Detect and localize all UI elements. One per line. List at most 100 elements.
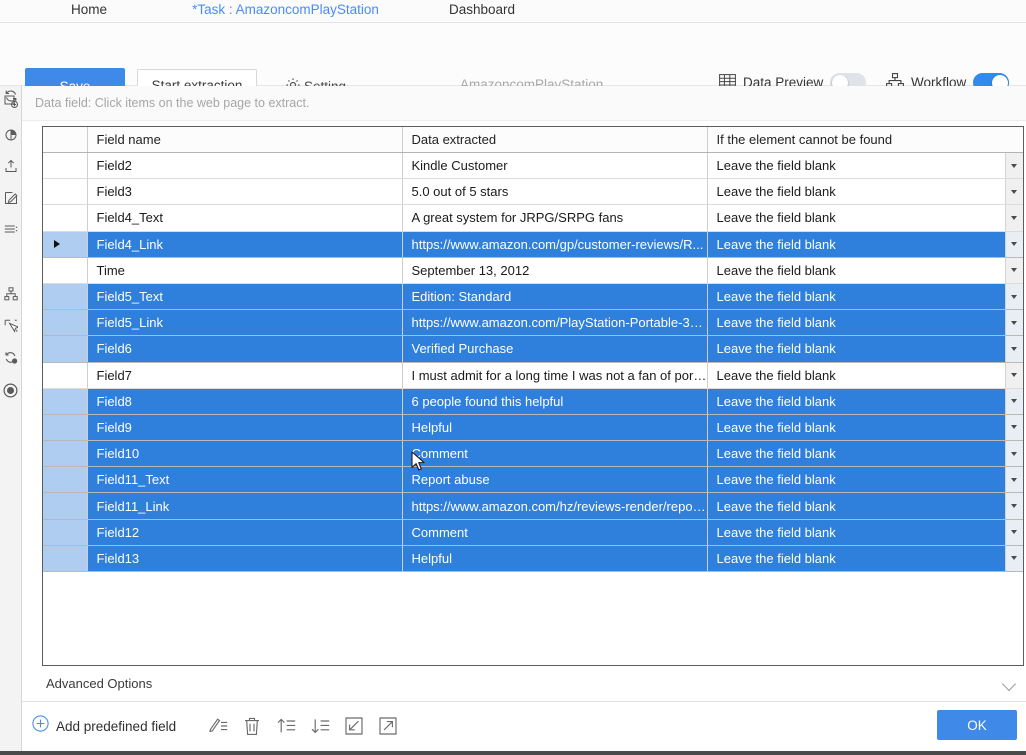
cell-fallback-option[interactable]: Leave the field blank: [707, 440, 1023, 468]
cell-fallback-option[interactable]: Leave the field blank: [707, 388, 1023, 415]
row-gutter[interactable]: [43, 492, 88, 520]
chevron-down-icon[interactable]: [1004, 310, 1022, 335]
cell-data-extracted[interactable]: Helpful: [402, 545, 708, 573]
row-gutter[interactable]: [43, 545, 88, 573]
fallback-dropdown[interactable]: Leave the field blank: [708, 310, 1022, 335]
cell-data-extracted[interactable]: Verified Purchase: [402, 335, 708, 363]
row-gutter[interactable]: [43, 152, 88, 180]
move-down-icon[interactable]: [307, 714, 333, 738]
row-gutter[interactable]: [43, 178, 88, 206]
cell-field-name[interactable]: Field9: [87, 414, 403, 442]
cell-data-extracted[interactable]: Comment: [402, 440, 708, 468]
cell-field-name[interactable]: Field8: [87, 388, 403, 415]
row-gutter[interactable]: [43, 466, 88, 494]
row-gutter[interactable]: [43, 335, 88, 363]
cell-fallback-option[interactable]: Leave the field blank: [707, 257, 1023, 284]
fallback-dropdown[interactable]: Leave the field blank: [708, 257, 1022, 283]
fallback-dropdown[interactable]: Leave the field blank: [708, 231, 1022, 257]
column-header-field-name[interactable]: Field name: [87, 127, 403, 153]
cell-field-name[interactable]: Field5_Link: [87, 309, 403, 337]
cell-field-name[interactable]: Field10: [87, 440, 403, 468]
table-row[interactable]: Field6 Verified Purchase Leave the field b…: [43, 335, 1023, 363]
cell-data-extracted[interactable]: https://www.amazon.com/hz/reviews-render…: [402, 492, 708, 520]
row-gutter[interactable]: [43, 204, 88, 232]
cell-data-extracted[interactable]: I must admit for a long time I was not a…: [402, 362, 708, 389]
table-row[interactable]: Time September 13, 2012 Leave the field bl…: [43, 257, 1023, 284]
loop-refresh-icon[interactable]: [1, 86, 20, 106]
cell-data-extracted[interactable]: A great system for JRPG/SRPG fans: [402, 204, 708, 232]
cell-fallback-option[interactable]: Leave the field blank: [707, 335, 1023, 363]
tab-task[interactable]: *Task : AmazoncomPlayStation: [178, 0, 393, 32]
cell-field-name[interactable]: Field13: [87, 545, 403, 573]
import-field-icon[interactable]: [341, 714, 367, 738]
fallback-dropdown[interactable]: Leave the field blank: [708, 519, 1022, 545]
move-up-icon[interactable]: [273, 714, 299, 738]
fallback-dropdown[interactable]: Leave the field blank: [708, 283, 1022, 309]
table-row[interactable]: Field3 5.0 out of 5 stars Leave the field …: [43, 178, 1023, 206]
cell-fallback-option[interactable]: Leave the field blank: [707, 283, 1023, 311]
cell-field-name[interactable]: Field11_Link: [87, 492, 403, 520]
cell-fallback-option[interactable]: Leave the field blank: [707, 231, 1023, 258]
fallback-dropdown[interactable]: Leave the field blank: [708, 388, 1022, 414]
cell-data-extracted[interactable]: Helpful: [402, 414, 708, 442]
cell-field-name[interactable]: Field7: [87, 362, 403, 389]
column-header-fallback[interactable]: If the element cannot be found: [707, 127, 1023, 153]
chevron-down-icon[interactable]: [1004, 545, 1022, 571]
cell-field-name[interactable]: Time: [87, 257, 403, 284]
cell-fallback-option[interactable]: Leave the field blank: [707, 309, 1023, 337]
chevron-down-icon[interactable]: [1004, 336, 1022, 361]
cell-data-extracted[interactable]: Kindle Customer: [402, 152, 708, 180]
table-row[interactable]: Field11_Text Report abuse Leave the field …: [43, 466, 1023, 494]
chevron-down-icon[interactable]: [1004, 493, 1022, 519]
fallback-dropdown[interactable]: Leave the field blank: [708, 205, 1022, 231]
row-gutter[interactable]: [43, 519, 88, 546]
table-row[interactable]: Field10 Comment Leave the field blank: [43, 440, 1023, 468]
row-gutter[interactable]: [43, 309, 88, 337]
row-gutter[interactable]: [43, 283, 88, 311]
table-row[interactable]: Field5_Text Edition: Standard Leave the fi…: [43, 283, 1023, 311]
table-row[interactable]: Field4_Text A great system for JRPG/SRPG …: [43, 204, 1023, 232]
cell-fallback-option[interactable]: Leave the field blank: [707, 492, 1023, 520]
table-row[interactable]: Field4_Link https://www.amazon.com/gp/cus…: [43, 231, 1023, 258]
mouse-click-icon[interactable]: [1, 124, 20, 144]
cell-field-name[interactable]: Field11_Text: [87, 466, 403, 494]
chevron-down-icon[interactable]: [1004, 283, 1022, 309]
cell-data-extracted[interactable]: Comment: [402, 519, 708, 546]
fallback-dropdown[interactable]: Leave the field blank: [708, 493, 1022, 519]
table-row[interactable]: Field2 Kindle Customer Leave the field bla…: [43, 152, 1023, 180]
cell-fallback-option[interactable]: Leave the field blank: [707, 204, 1023, 232]
table-row[interactable]: Field11_Link https://www.amazon.com/hz/re…: [43, 492, 1023, 520]
row-gutter[interactable]: [43, 440, 88, 468]
cell-fallback-option[interactable]: Leave the field blank: [707, 414, 1023, 442]
tab-home[interactable]: Home: [52, 0, 126, 22]
fallback-dropdown[interactable]: Leave the field blank: [708, 467, 1022, 492]
cell-data-extracted[interactable]: 6 people found this helpful: [402, 388, 708, 415]
enter-text-icon[interactable]: [1, 156, 20, 176]
export-field-icon[interactable]: [375, 714, 401, 738]
advanced-options-row[interactable]: Advanced Options: [22, 667, 1026, 702]
cell-fallback-option[interactable]: Leave the field blank: [707, 466, 1023, 494]
row-gutter[interactable]: [43, 231, 88, 258]
refresh-record-icon[interactable]: [1, 348, 20, 368]
cell-data-extracted[interactable]: https://www.amazon.com/PlayStation-Porta…: [402, 309, 708, 337]
chevron-down-icon[interactable]: [1004, 414, 1022, 440]
row-gutter[interactable]: [43, 414, 88, 442]
chevron-down-icon[interactable]: [1001, 676, 1017, 692]
cell-data-extracted[interactable]: September 13, 2012: [402, 257, 708, 284]
row-gutter[interactable]: [43, 257, 88, 284]
table-row[interactable]: Field8 6 people found this helpful Leave t…: [43, 388, 1023, 415]
list-scroll-icon[interactable]: [1, 220, 20, 240]
cell-data-extracted[interactable]: Edition: Standard: [402, 283, 708, 311]
edit-field-icon[interactable]: [205, 714, 231, 738]
edit-pencil-icon[interactable]: [1, 188, 20, 208]
cell-field-name[interactable]: Field4_Link: [87, 231, 403, 258]
fallback-dropdown[interactable]: Leave the field blank: [708, 179, 1022, 204]
table-row[interactable]: Field9 Helpful Leave the field blank: [43, 414, 1023, 442]
cell-data-extracted[interactable]: Report abuse: [402, 466, 708, 494]
table-row[interactable]: Field13 Helpful Leave the field blank: [43, 545, 1023, 573]
fallback-dropdown[interactable]: Leave the field blank: [708, 441, 1022, 466]
chevron-down-icon[interactable]: [1004, 388, 1022, 414]
column-header-data-extracted[interactable]: Data extracted: [402, 127, 708, 153]
chevron-down-icon[interactable]: [1004, 205, 1022, 231]
table-row[interactable]: Field7 I must admit for a long time I was…: [43, 362, 1023, 389]
